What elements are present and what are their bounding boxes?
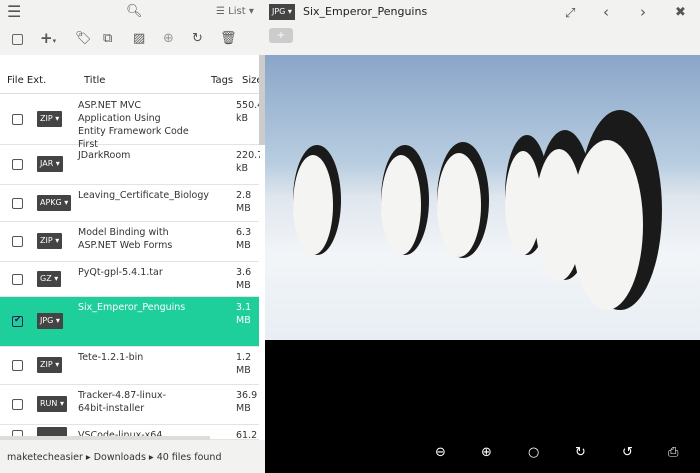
row-title: Six_Emperor_Penguins	[78, 302, 186, 313]
row-size: 36.9 MB	[236, 390, 258, 414]
ext-badge[interactable]: RUN ▾	[37, 396, 67, 412]
rotate-left-icon[interactable]: ↺	[622, 445, 633, 460]
breadcrumb: maketecheasier ▸ Downloads ▸ 40 files fo…	[0, 440, 265, 473]
row-size: 1.2 MB	[236, 352, 252, 376]
row-title: Tracker-4.87-linux-64bit-installer	[78, 390, 167, 414]
search-icon[interactable]: 🔍︎	[126, 5, 143, 19]
ext-badge[interactable]: APKG ▾	[37, 194, 72, 211]
previous-icon[interactable]: ‹	[603, 5, 609, 20]
preview-image	[265, 55, 700, 340]
close-icon[interactable]: ✖	[675, 6, 686, 20]
image-controls-bar: ⊖ ⊕ ○ ↻ ↺ ⎙	[265, 340, 700, 473]
breadcrumb-item[interactable]: maketecheasier	[7, 452, 83, 463]
table-row[interactable]: ZIP ▾ Tete-1.2.1-bin 1.2 MB	[0, 347, 259, 385]
rotate-right-icon[interactable]: ↻	[575, 445, 586, 460]
row-title: PyQt-gpl-5.4.1.tar	[78, 267, 163, 278]
row-title: Model Binding with ASP.NET Web Forms	[78, 227, 173, 251]
table-row[interactable]: ZIP ▾ ASP.NET MVC Application Using Entit…	[0, 95, 260, 150]
refresh-icon[interactable]: ↻	[192, 32, 203, 46]
row-checkbox[interactable]	[12, 236, 23, 247]
row-size: 3.1 MB	[236, 302, 252, 326]
row-size: 220.7 kB	[236, 150, 260, 174]
row-checkbox[interactable]	[12, 159, 23, 170]
row-size: 6.3 MB	[236, 227, 252, 251]
add-tag-button[interactable]: +	[269, 28, 293, 43]
row-size: 3.6 MB	[236, 267, 252, 291]
hamburger-icon[interactable]: ☰	[7, 4, 21, 20]
col-file-ext[interactable]: File Ext.	[7, 75, 46, 86]
select-all-checkbox[interactable]	[12, 34, 23, 45]
row-checkbox[interactable]	[12, 273, 23, 285]
file-list-panel: ☰ 🔍︎ ☰ List ▾ +▾ 🏷︎ ⧉ ▨ ⊕ ↻ 🗑︎ File Ext.…	[0, 0, 265, 473]
expand-icon[interactable]: ⤢	[565, 7, 575, 21]
print-icon[interactable]: ⎙	[668, 445, 678, 460]
view-mode-dropdown[interactable]: ☰ List ▾	[216, 6, 254, 17]
left-toolbar: ☰ 🔍︎ ☰ List ▾ +▾ 🏷︎ ⧉ ▨ ⊕ ↻ 🗑︎	[0, 0, 265, 55]
add-icon[interactable]: +▾	[40, 31, 56, 48]
ext-badge[interactable]: GZ ▾	[37, 270, 62, 287]
zoom-in-icon[interactable]: ⊕	[481, 445, 492, 460]
zoom-reset-icon[interactable]: ○	[528, 445, 539, 460]
row-size: 2.8 MB	[236, 190, 252, 214]
zoom-out-icon[interactable]: ⊖	[435, 445, 446, 460]
tag-icon[interactable]: 🏷︎	[75, 32, 92, 46]
table-row[interactable]: GZ ▾ PyQt-gpl-5.4.1.tar 3.6 MB	[0, 262, 259, 297]
row-checkbox[interactable]	[12, 399, 23, 410]
file-count: 40 files found	[156, 452, 222, 463]
col-title[interactable]: Title	[84, 75, 105, 86]
row-checkbox[interactable]	[12, 360, 23, 371]
table-header: File Ext. Title Tags Size	[0, 72, 263, 94]
row-title: Tete-1.2.1-bin	[78, 352, 144, 363]
row-size: 550.4 kB	[236, 100, 260, 124]
ext-badge[interactable]: ZIP ▾	[37, 233, 63, 249]
table-row[interactable]: RUN ▾ Tracker-4.87-linux-64bit-installer 3…	[0, 385, 259, 425]
table-row[interactable]: APKG ▾ Leaving_Certificate_Biology 2.8 MB	[0, 185, 259, 222]
row-title: JDarkRoom	[78, 150, 131, 161]
breadcrumb-item[interactable]: Downloads	[94, 452, 146, 463]
preview-ext-badge[interactable]: JPG ▾	[269, 4, 295, 20]
row-checkbox[interactable]	[12, 197, 23, 209]
ext-badge[interactable]: ZIP ▾	[37, 357, 63, 373]
preview-title: Six_Emperor_Penguins	[303, 5, 428, 18]
ext-badge[interactable]: ZIP ▾	[37, 111, 63, 127]
preview-toolbar: JPG ▾ Six_Emperor_Penguins ⤢ ‹ › ✖ +	[265, 0, 700, 55]
table-row[interactable]: JAR ▾ JDarkRoom 220.7 kB	[0, 145, 260, 185]
table-row[interactable]: ✔ JPG ▾ Six_Emperor_Penguins 3.1 MB	[0, 297, 259, 347]
next-icon[interactable]: ›	[640, 5, 646, 20]
penguins-image	[293, 110, 662, 310]
view-mode-label: List	[228, 6, 246, 17]
image-icon[interactable]: ▨	[133, 32, 145, 46]
trash-icon[interactable]: 🗑︎	[220, 32, 237, 46]
row-title: ASP.NET MVC Application Using Entity Fra…	[78, 100, 189, 150]
preview-panel: JPG ▾ Six_Emperor_Penguins ⤢ ‹ › ✖ + ⊖ ⊕…	[265, 0, 700, 473]
ext-badge[interactable]: JAR ▾	[37, 156, 63, 172]
copy-icon[interactable]: ⧉	[103, 32, 112, 46]
col-tags[interactable]: Tags	[211, 75, 233, 86]
row-title: Leaving_Certificate_Biology	[78, 190, 210, 201]
row-checkbox[interactable]: ✔	[12, 315, 23, 327]
row-checkbox[interactable]	[12, 114, 23, 125]
table-row[interactable]: ZIP ▾ Model Binding with ASP.NET Web Form…	[0, 222, 259, 262]
zoom-in-icon[interactable]: ⊕	[163, 32, 174, 46]
ext-badge[interactable]: JPG ▾	[37, 313, 63, 329]
